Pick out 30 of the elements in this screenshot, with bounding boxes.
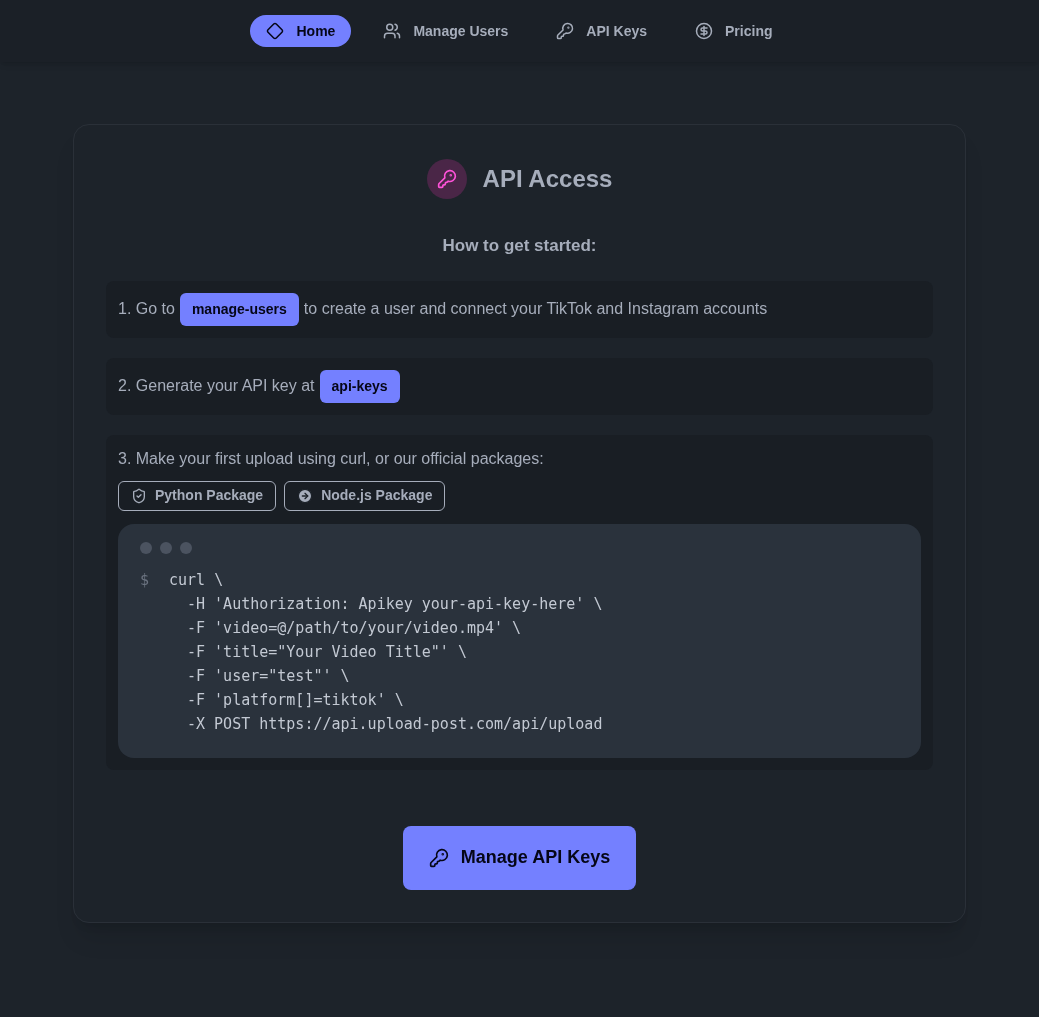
- shield-icon: [131, 487, 147, 504]
- key-avatar-icon: [426, 159, 467, 199]
- nav-tab[interactable]: Pricing: [679, 15, 789, 47]
- key-icon: [556, 22, 575, 40]
- code-line: -X POST https://api.upload-post.com/api/upload: [187, 713, 603, 735]
- package-button[interactable]: Node.js Package: [284, 480, 446, 511]
- code-line: -F 'title="Your Video Title"' \: [187, 641, 467, 663]
- code-line: -H 'Authorization: Apikey your-api-key-here' \: [187, 593, 603, 615]
- package-button[interactable]: Python Package: [118, 480, 277, 511]
- prompt-symbol: $: [140, 569, 151, 591]
- nav-tab[interactable]: Home: [250, 15, 352, 47]
- nav-tab[interactable]: API Keys: [540, 15, 664, 47]
- users-icon: [383, 22, 402, 40]
- step-text: 3. Make your first upload using curl, or our official packages:: [118, 448, 544, 469]
- code-line: -F 'user="test"' \: [187, 665, 350, 687]
- dollar-icon: [695, 22, 714, 40]
- subtitle: How to get started:: [441, 235, 598, 257]
- diamond-icon: [266, 22, 285, 40]
- step-link[interactable]: api-keys: [319, 369, 400, 403]
- key-icon: [428, 847, 449, 868]
- code-line: -F 'platform[]=tiktok' \: [187, 689, 404, 711]
- code-line: curl \: [169, 569, 224, 591]
- card-title: API Access: [482, 164, 613, 194]
- code-line: -F 'video=@/path/to/your/video.mp4' \: [187, 617, 522, 639]
- step-text: 1. Go to: [118, 299, 175, 319]
- nav-tab[interactable]: Manage Users: [367, 15, 525, 47]
- step-link[interactable]: manage-users: [179, 292, 299, 326]
- step-text: to create a user and connect your TikTok and Instagram accounts: [303, 299, 768, 319]
- step-text: 2. Generate your API key at: [118, 376, 315, 396]
- manage-api-keys-button[interactable]: Manage API Keys: [402, 825, 637, 890]
